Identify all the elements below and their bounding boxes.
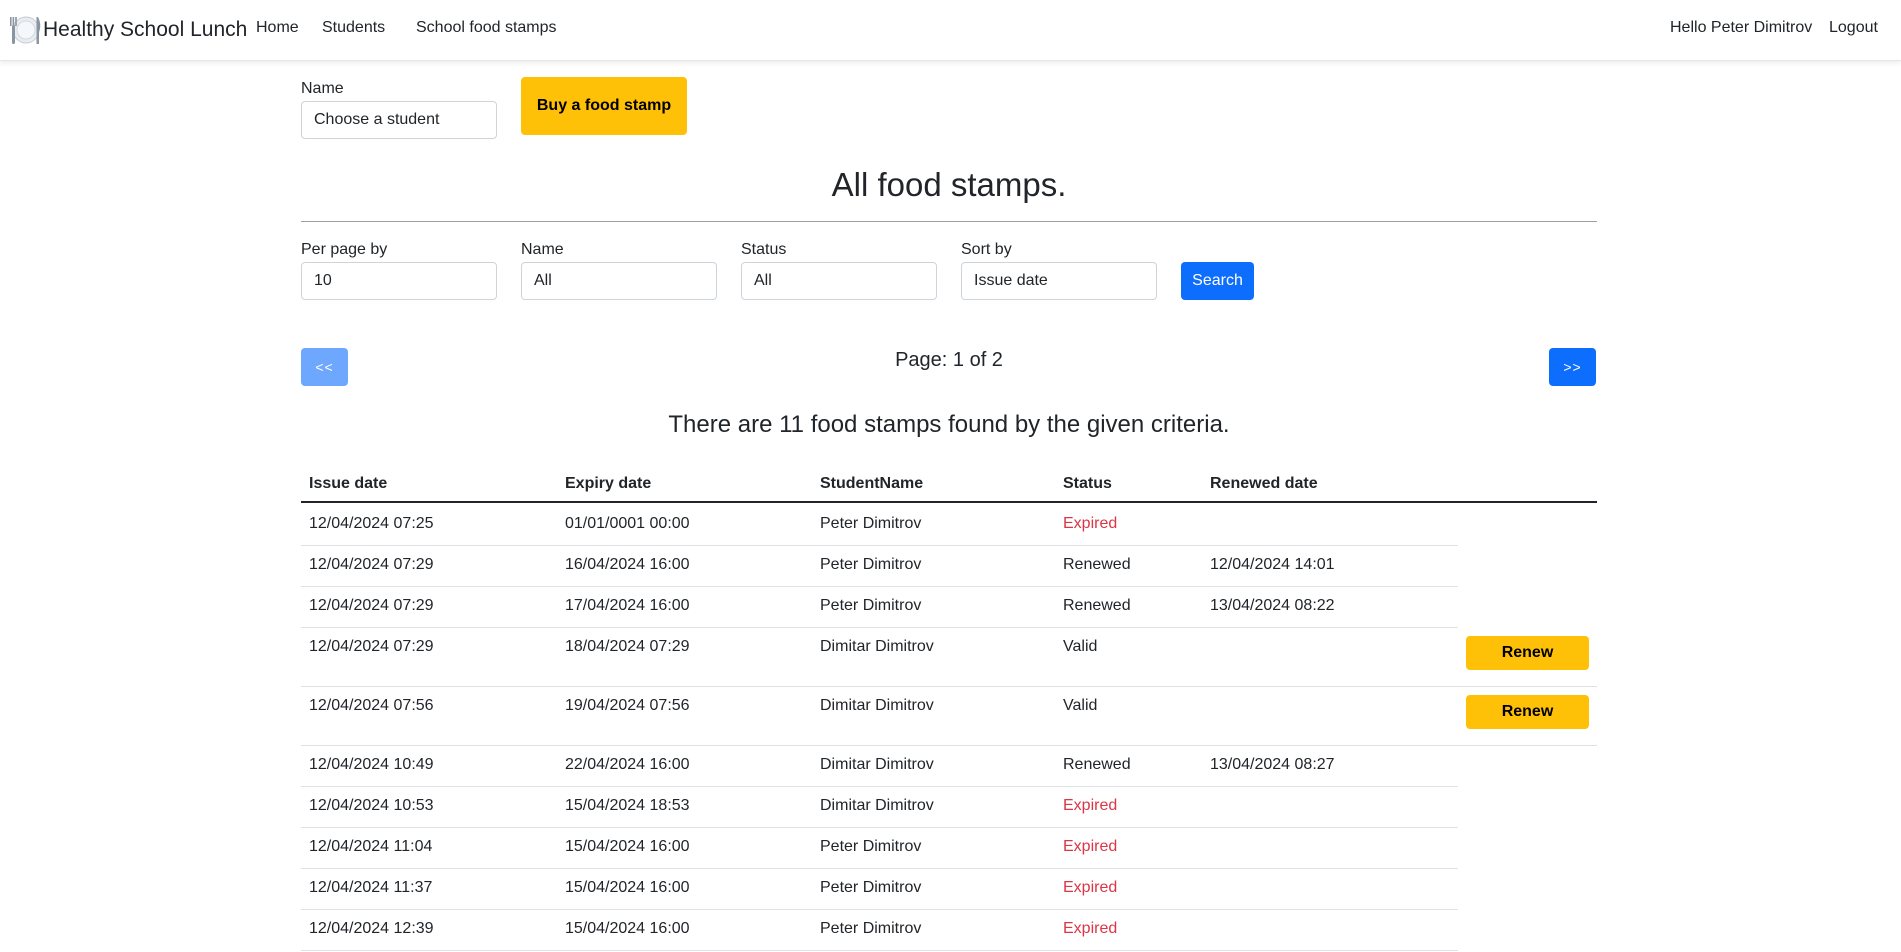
cell-expiry-date: 19/04/2024 07:56 [565,697,690,714]
cell-status: Renewed [1063,756,1131,773]
cell-renewed-date: 13/04/2024 08:27 [1210,756,1335,773]
status-filter-select[interactable]: All [741,262,937,300]
cell-student-name: Dimitar Dimitrov [820,697,934,714]
cell-issue-date: 12/04/2024 07:29 [309,556,434,573]
table-row: 12/04/2024 07:29 16/04/2024 16:00 Peter Di… [301,546,1597,587]
table-row: 12/04/2024 07:56 19/04/2024 07:56 Dimitar … [301,687,1597,746]
cell-expiry-date: 15/04/2024 16:00 [565,838,690,855]
nav-link-home[interactable]: Home [256,19,299,37]
table-row: 12/04/2024 07:25 01/01/0001 00:00 Peter Di… [301,505,1597,546]
cell-student-name: Peter Dimitrov [820,879,922,896]
cell-expiry-date: 22/04/2024 16:00 [565,756,690,773]
column-header-expiry-date[interactable]: Expiry date [565,475,651,493]
cell-expiry-date: 17/04/2024 16:00 [565,597,690,614]
student-select[interactable]: Choose a student [301,101,497,139]
cell-status: Valid [1063,638,1098,655]
cell-expiry-date: 01/01/0001 00:00 [565,515,690,532]
brand[interactable]: Healthy School Lunch [7,14,247,46]
cell-status: Expired [1063,515,1118,532]
table-row: 12/04/2024 07:29 18/04/2024 07:29 Dimitar … [301,628,1597,687]
name-filter-label: Name [521,241,564,258]
column-header-student-name[interactable]: StudentName [820,475,923,493]
cell-issue-date: 12/04/2024 07:25 [309,515,434,532]
cell-student-name: Dimitar Dimitrov [820,756,934,773]
cell-student-name: Peter Dimitrov [820,838,922,855]
user-greeting[interactable]: Hello Peter Dimitrov [1670,19,1812,37]
cell-issue-date: 12/04/2024 12:39 [309,920,434,937]
result-count: There are 11 food stamps found by the gi… [668,411,1230,438]
renew-button[interactable]: Renew [1466,636,1589,670]
table-row: 12/04/2024 10:53 15/04/2024 18:53 Dimitar … [301,787,1597,828]
cell-expiry-date: 18/04/2024 07:29 [565,638,690,655]
table-row: 12/04/2024 10:49 22/04/2024 16:00 Dimitar … [301,746,1597,787]
table-row: 12/04/2024 12:39 15/04/2024 16:00 Peter Di… [301,910,1597,951]
cell-status: Expired [1063,797,1118,814]
cell-student-name: Peter Dimitrov [820,556,922,573]
nav-link-students[interactable]: Students [322,19,385,37]
table-row: 12/04/2024 11:04 15/04/2024 16:00 Peter Di… [301,828,1597,869]
cell-issue-date: 12/04/2024 11:37 [309,879,433,896]
search-button[interactable]: Search [1181,262,1254,300]
cell-status: Renewed [1063,597,1131,614]
page-title: All food stamps. [831,166,1067,203]
page-indicator: Page: 1 of 2 [895,349,1003,371]
cell-issue-date: 12/04/2024 07:29 [309,597,434,614]
cell-status: Valid [1063,697,1098,714]
plate-fork-knife-icon [7,13,41,47]
cell-renewed-date: 13/04/2024 08:22 [1210,597,1335,614]
per-page-label: Per page by [301,241,388,258]
sort-by-select[interactable]: Issue date [961,262,1157,300]
cell-issue-date: 12/04/2024 11:04 [309,838,433,855]
logout-link[interactable]: Logout [1829,19,1878,37]
column-header-renewed-date[interactable]: Renewed date [1210,475,1318,493]
cell-issue-date: 12/04/2024 07:56 [309,697,434,714]
cell-expiry-date: 16/04/2024 16:00 [565,556,690,573]
cell-status: Expired [1063,920,1118,937]
cell-student-name: Dimitar Dimitrov [820,797,934,814]
per-page-input[interactable]: 10 [301,262,497,300]
cell-expiry-date: 15/04/2024 16:00 [565,920,690,937]
cell-expiry-date: 15/04/2024 16:00 [565,879,690,896]
column-header-issue-date[interactable]: Issue date [309,475,387,493]
brand-title: Healthy School Lunch [43,18,248,41]
renew-button[interactable]: Renew [1466,695,1589,729]
cell-status: Expired [1063,879,1118,896]
cell-student-name: Peter Dimitrov [820,597,922,614]
cell-issue-date: 12/04/2024 07:29 [309,638,434,655]
column-header-status[interactable]: Status [1063,475,1112,493]
navbar: Healthy School Lunch Home Students Schoo… [0,0,1901,61]
buy-name-label: Name [301,80,344,97]
sort-by-label: Sort by [961,241,1012,258]
name-filter-select[interactable]: All [521,262,717,300]
row-divider [301,950,1458,951]
cell-student-name: Peter Dimitrov [820,920,922,937]
buy-food-stamp-button[interactable]: Buy a food stamp [521,77,687,135]
cell-student-name: Peter Dimitrov [820,515,922,532]
divider [301,221,1597,222]
cell-expiry-date: 15/04/2024 18:53 [565,797,690,814]
cell-student-name: Dimitar Dimitrov [820,638,934,655]
table-row: 12/04/2024 11:37 15/04/2024 16:00 Peter Di… [301,869,1597,910]
cell-issue-date: 12/04/2024 10:53 [309,797,434,814]
next-page-button[interactable]: >> [1549,348,1596,386]
cell-issue-date: 12/04/2024 10:49 [309,756,434,773]
table-header: Issue date Expiry date StudentName Statu… [301,469,1597,503]
cell-status: Expired [1063,838,1118,855]
table-row: 12/04/2024 07:29 17/04/2024 16:00 Peter Di… [301,587,1597,628]
nav-link-school-food-stamps[interactable]: School food stamps [416,19,557,37]
cell-renewed-date: 12/04/2024 14:01 [1210,556,1335,573]
cell-status: Renewed [1063,556,1131,573]
status-filter-label: Status [741,241,787,258]
